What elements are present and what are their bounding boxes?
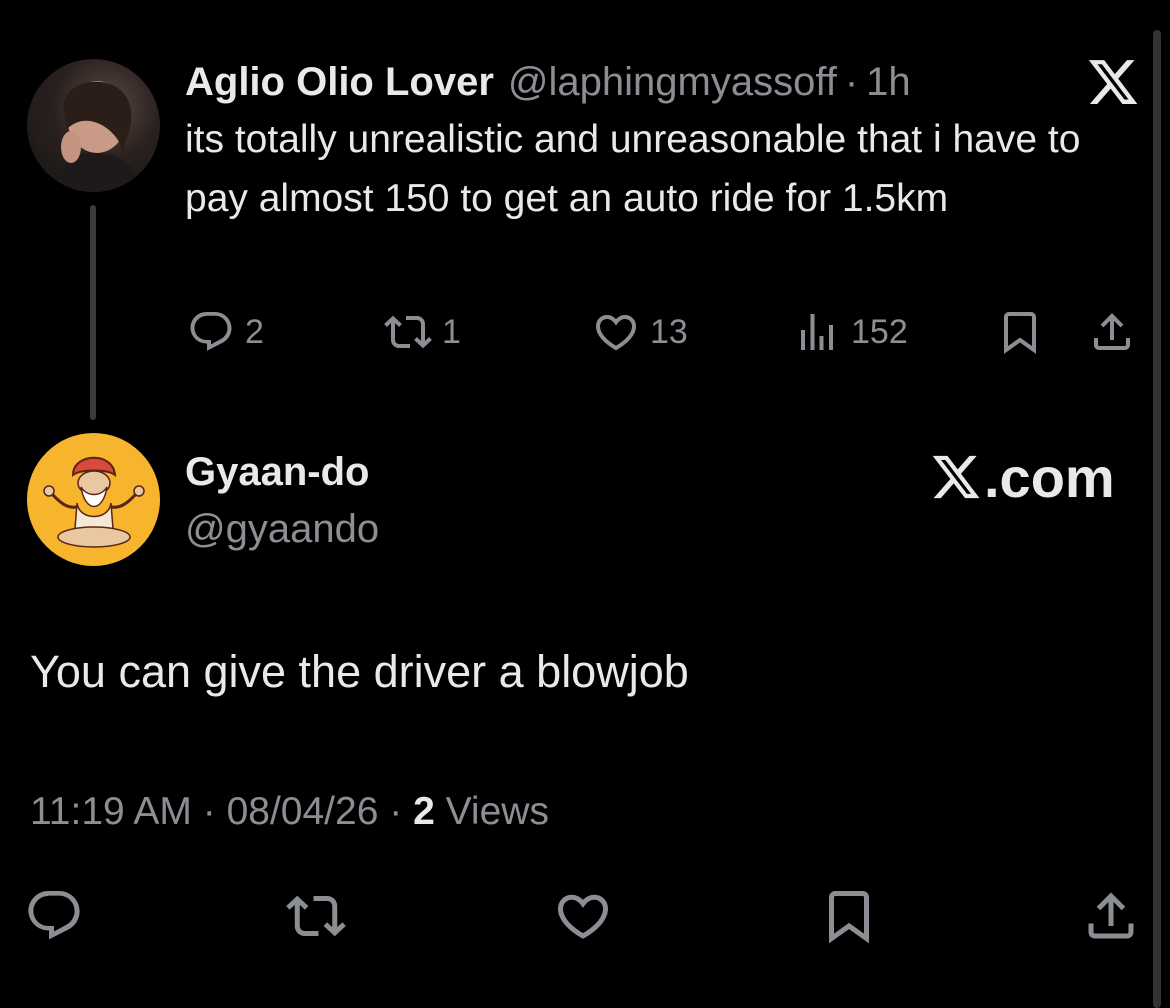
- reply-count: 2: [245, 312, 264, 351]
- parent-tweet-text: its totally unrealistic and unreasonable…: [185, 118, 1081, 220]
- author-handle[interactable]: @laphingmyassoff: [508, 60, 837, 105]
- like-button[interactable]: [553, 886, 613, 946]
- reply-tweet-text: You can give the driver a blowjob: [30, 646, 689, 697]
- share-icon: [1088, 892, 1134, 939]
- repost-icon: [286, 895, 346, 937]
- reply-tweet-meta: 11:19 AM · 08/04/26 · 2 Views: [30, 790, 549, 834]
- tweet-time-ago[interactable]: 1h: [866, 60, 911, 105]
- reply-author-name[interactable]: Gyaan-do: [185, 450, 369, 495]
- reply-icon: [190, 312, 232, 351]
- repost-button[interactable]: 1: [384, 308, 461, 356]
- scrollbar[interactable]: [1153, 30, 1161, 1008]
- repost-icon: [384, 315, 432, 349]
- x-logo-icon[interactable]: [1086, 55, 1140, 109]
- bookmark-icon: [829, 891, 869, 944]
- share-button[interactable]: [1088, 308, 1136, 356]
- views-label: Views: [445, 790, 549, 833]
- bookmark-button[interactable]: [819, 886, 879, 946]
- avatar-aglio-olio-lover[interactable]: [27, 59, 160, 192]
- share-icon: [1094, 313, 1130, 350]
- branding-text: .com: [984, 445, 1115, 509]
- like-icon: [595, 315, 637, 351]
- views-count: 2: [413, 790, 435, 833]
- x-logo-icon: [932, 455, 980, 499]
- like-button[interactable]: 13: [592, 308, 688, 356]
- reply-icon: [28, 891, 80, 940]
- meditating-guru-icon: [43, 456, 145, 548]
- reply-author-handle[interactable]: @gyaando: [185, 507, 379, 552]
- repost-button[interactable]: [286, 886, 346, 946]
- like-count: 13: [650, 312, 688, 351]
- avatar-photo-icon: [57, 81, 139, 192]
- like-icon: [557, 894, 609, 939]
- meta-separator: ·: [389, 790, 403, 833]
- repost-count: 1: [442, 312, 461, 351]
- views-button[interactable]: 152: [793, 308, 908, 356]
- views-icon: [801, 314, 833, 350]
- tweet-time[interactable]: 11:19 AM: [30, 790, 192, 833]
- reply-button[interactable]: [24, 886, 84, 946]
- author-name[interactable]: Aglio Olio Lover: [185, 60, 494, 105]
- tweet-date[interactable]: 08/04/26: [227, 790, 379, 833]
- avatar-gyaan-do[interactable]: [27, 433, 160, 566]
- thread-connector-line: [90, 205, 96, 420]
- share-button[interactable]: [1081, 886, 1141, 946]
- bookmark-icon: [1004, 312, 1036, 354]
- bookmark-button[interactable]: [996, 308, 1044, 356]
- reply-button[interactable]: 2: [187, 308, 264, 356]
- meta-separator: ·: [202, 790, 216, 833]
- parent-tweet-header: Aglio Olio Lover @laphingmyassoff · 1h: [185, 52, 911, 112]
- header-separator: ·: [844, 59, 859, 104]
- x-com-branding: .com: [930, 445, 1115, 509]
- views-count: 152: [851, 312, 908, 351]
